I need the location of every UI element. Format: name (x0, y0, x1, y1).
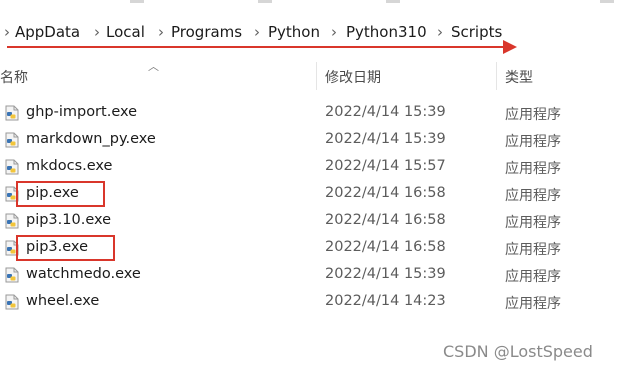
annotation-highlight-box (16, 235, 115, 261)
breadcrumb-separator-icon[interactable]: › (254, 23, 260, 41)
file-row[interactable]: wheel.exe 2022/4/14 14:23 应用程序 (0, 289, 622, 316)
file-type: 应用程序 (505, 269, 561, 285)
python-exe-icon (4, 132, 20, 148)
python-exe-icon (4, 159, 20, 175)
file-name[interactable]: ghp-import.exe (26, 104, 137, 120)
breadcrumb-separator-icon[interactable]: › (437, 23, 443, 41)
toolbar-fragment (600, 0, 614, 3)
toolbar-strip (0, 0, 622, 8)
file-modified-date: 2022/4/14 15:39 (325, 131, 446, 147)
breadcrumb-item-local[interactable]: Local (106, 23, 145, 41)
file-name[interactable]: pip3.10.exe (26, 212, 111, 228)
column-divider[interactable] (316, 62, 317, 90)
toolbar-fragment (386, 0, 400, 3)
sort-ascending-icon: ︿ (148, 60, 159, 73)
column-header-modified[interactable]: 修改日期 (325, 67, 381, 87)
python-exe-icon (4, 294, 20, 310)
file-modified-date: 2022/4/14 15:39 (325, 266, 446, 282)
file-row[interactable]: watchmedo.exe 2022/4/14 15:39 应用程序 (0, 262, 622, 289)
file-type: 应用程序 (505, 296, 561, 312)
watermark: CSDN @LostSpeed (443, 342, 593, 361)
file-name[interactable]: markdown_py.exe (26, 131, 156, 147)
file-type: 应用程序 (505, 242, 561, 258)
annotation-arrowhead-icon (503, 40, 517, 54)
file-row[interactable]: markdown_py.exe 2022/4/14 15:39 应用程序 (0, 127, 622, 154)
column-header-type[interactable]: 类型 (505, 67, 533, 87)
file-type: 应用程序 (505, 134, 561, 150)
file-modified-date: 2022/4/14 15:39 (325, 104, 446, 120)
breadcrumb-separator-icon: › (4, 23, 10, 41)
file-type: 应用程序 (505, 161, 561, 177)
file-modified-date: 2022/4/14 16:58 (325, 212, 446, 228)
file-type: 应用程序 (505, 107, 561, 123)
toolbar-fragment (258, 0, 272, 3)
file-modified-date: 2022/4/14 16:58 (325, 185, 446, 201)
file-row[interactable]: pip3.10.exe 2022/4/14 16:58 应用程序 (0, 208, 622, 235)
breadcrumb-item-scripts[interactable]: Scripts (451, 23, 502, 41)
file-name[interactable]: wheel.exe (26, 293, 99, 309)
file-modified-date: 2022/4/14 14:23 (325, 293, 446, 309)
file-type: 应用程序 (505, 188, 561, 204)
toolbar-fragment (130, 0, 144, 3)
file-modified-date: 2022/4/14 15:57 (325, 158, 446, 174)
python-exe-icon (4, 267, 20, 283)
annotation-arrow-line (7, 46, 507, 48)
breadcrumb-item-appdata[interactable]: AppData (15, 23, 80, 41)
breadcrumb-separator-icon[interactable]: › (158, 23, 164, 41)
python-exe-icon (4, 213, 20, 229)
file-name[interactable]: mkdocs.exe (26, 158, 112, 174)
file-row[interactable]: ghp-import.exe 2022/4/14 15:39 应用程序 (0, 100, 622, 127)
breadcrumb-item-python[interactable]: Python (268, 23, 320, 41)
file-modified-date: 2022/4/14 16:58 (325, 239, 446, 255)
column-divider[interactable] (496, 62, 497, 90)
breadcrumb-item-programs[interactable]: Programs (171, 23, 242, 41)
file-name[interactable]: watchmedo.exe (26, 266, 141, 282)
column-header-name[interactable]: 名称 (0, 67, 28, 87)
file-row[interactable]: mkdocs.exe 2022/4/14 15:57 应用程序 (0, 154, 622, 181)
python-exe-icon (4, 105, 20, 121)
annotation-highlight-box (16, 181, 105, 207)
column-header-row: ︿ 名称 修改日期 类型 (0, 58, 622, 92)
breadcrumb-separator-icon[interactable]: › (331, 23, 337, 41)
file-type: 应用程序 (505, 215, 561, 231)
breadcrumb-item-python310[interactable]: Python310 (346, 23, 427, 41)
breadcrumb-separator-icon[interactable]: › (94, 23, 100, 41)
